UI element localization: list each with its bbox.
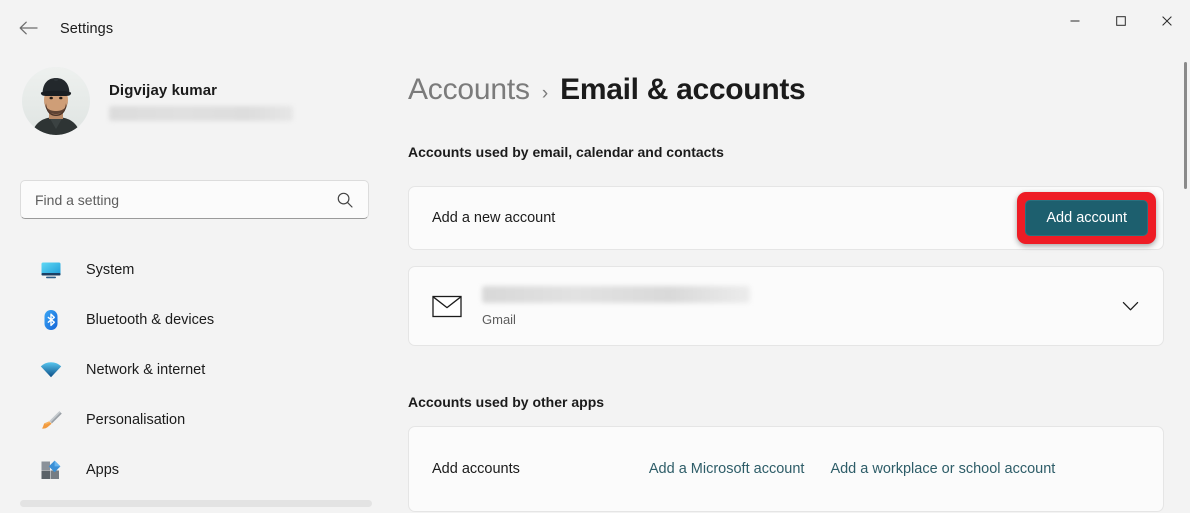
search-icon[interactable] xyxy=(336,191,368,209)
minimize-button[interactable] xyxy=(1052,0,1098,42)
main-content: Accounts › Email & accounts Accounts use… xyxy=(398,47,1190,513)
breadcrumb-parent[interactable]: Accounts xyxy=(408,73,530,107)
search-glass-icon xyxy=(337,192,353,208)
app-title: Settings xyxy=(60,21,114,37)
maximize-icon xyxy=(1116,16,1126,26)
bluetooth-icon xyxy=(40,309,62,331)
other-apps-row: Add accounts Add a Microsoft account Add… xyxy=(409,427,1163,511)
gmail-account-text: Gmail xyxy=(482,285,1122,327)
envelope-icon xyxy=(432,295,464,318)
sidebar-item-label: System xyxy=(86,262,135,278)
add-microsoft-account-link[interactable]: Add a Microsoft account xyxy=(649,461,805,477)
main-vertical-scrollbar[interactable] xyxy=(1184,62,1187,189)
add-account-row-title: Add a new account xyxy=(432,210,556,226)
apps-icon xyxy=(40,459,62,481)
add-account-row: Add a new account Add account xyxy=(409,187,1163,249)
sidebar-item-system[interactable]: System xyxy=(12,245,390,295)
gmail-account-row[interactable]: Gmail xyxy=(409,267,1163,345)
paintbrush-icon xyxy=(40,409,62,431)
other-apps-card: Add accounts Add a Microsoft account Add… xyxy=(408,426,1164,512)
sidebar-item-label: Personalisation xyxy=(86,412,186,428)
section-label-email: Accounts used by email, calendar and con… xyxy=(408,144,724,160)
user-profile[interactable]: Digvijay kumar xyxy=(22,67,293,135)
sidebar-item-personalisation[interactable]: Personalisation xyxy=(12,395,390,445)
sidebar-item-label: Apps xyxy=(86,462,120,478)
breadcrumb: Accounts › Email & accounts xyxy=(408,73,806,107)
gmail-address-redacted xyxy=(482,285,750,303)
sidebar-item-network-internet[interactable]: Network & internet xyxy=(12,345,390,395)
breadcrumb-separator-icon: › xyxy=(541,83,549,104)
page-title: Email & accounts xyxy=(560,73,806,106)
title-bar: Settings xyxy=(0,0,1190,47)
section-label-other-apps: Accounts used by other apps xyxy=(408,394,605,410)
back-button[interactable] xyxy=(14,17,44,39)
add-workplace-account-link[interactable]: Add a workplace or school account xyxy=(830,461,1055,477)
sidebar-item-apps[interactable]: Apps xyxy=(12,445,390,495)
add-account-card: Add a new account Add account xyxy=(408,186,1164,250)
add-account-highlight-annotation: Add account xyxy=(1017,192,1156,244)
sidebar-nav: System Bluetooth & devices Network & int… xyxy=(0,245,398,495)
profile-text: Digvijay kumar xyxy=(109,82,293,121)
gmail-account-card[interactable]: Gmail xyxy=(408,266,1164,346)
search-box[interactable] xyxy=(20,180,369,219)
maximize-button[interactable] xyxy=(1098,0,1144,42)
settings-window: Settings Digvijay kumar Find a setting S… xyxy=(0,0,1190,513)
minimize-icon xyxy=(1070,20,1080,22)
close-button[interactable] xyxy=(1144,0,1190,42)
profile-name: Digvijay kumar xyxy=(109,81,218,99)
sidebar-item-label: Network & internet xyxy=(86,362,206,378)
avatar xyxy=(22,67,90,135)
avatar-photo-icon xyxy=(22,67,90,135)
window-controls xyxy=(1052,0,1190,42)
wifi-icon xyxy=(40,359,62,381)
search-input[interactable] xyxy=(21,181,336,218)
close-icon xyxy=(1162,16,1172,26)
sidebar-horizontal-scrollbar[interactable] xyxy=(20,500,372,507)
sidebar: Digvijay kumar Find a setting System Blu… xyxy=(0,47,398,513)
add-accounts-label: Add accounts xyxy=(432,461,520,477)
monitor-icon xyxy=(40,259,62,281)
back-arrow-icon xyxy=(19,21,38,35)
sidebar-item-label: Bluetooth & devices xyxy=(86,312,215,328)
add-account-button[interactable]: Add account xyxy=(1025,200,1148,236)
chevron-down-icon[interactable] xyxy=(1122,301,1149,312)
sidebar-item-bluetooth-devices[interactable]: Bluetooth & devices xyxy=(12,295,390,345)
profile-email-redacted xyxy=(109,105,293,121)
gmail-provider-label: Gmail xyxy=(482,311,516,327)
